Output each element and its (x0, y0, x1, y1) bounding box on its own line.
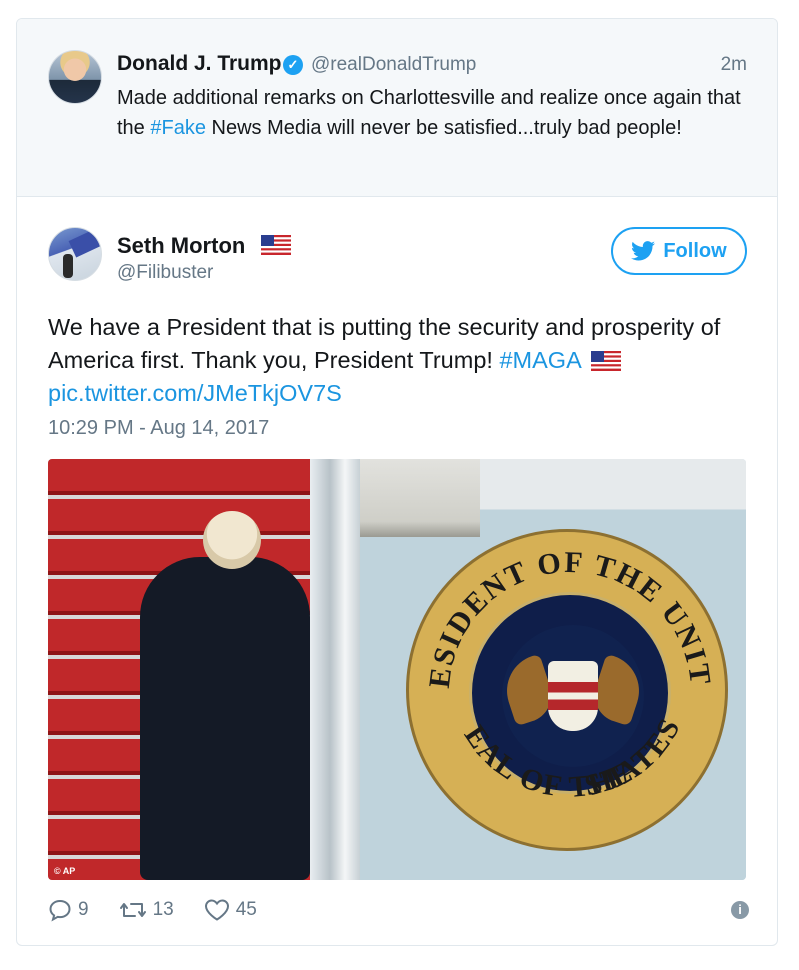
tweet-card: Donald J. Trump ✓ @realDonaldTrump 2m Ma… (16, 18, 778, 946)
avatar[interactable] (48, 50, 102, 104)
retweet-count: 13 (152, 899, 174, 920)
person-figure (140, 557, 310, 880)
parent-author-name[interactable]: Donald J. Trump (117, 52, 282, 76)
reply-count: 9 (78, 899, 89, 920)
us-flag-icon (261, 235, 291, 255)
follow-button[interactable]: Follow (611, 227, 747, 275)
person-head (203, 511, 261, 569)
parent-tweet[interactable]: Donald J. Trump ✓ @realDonaldTrump 2m Ma… (17, 19, 777, 197)
parent-author-handle[interactable]: @realDonaldTrump (311, 54, 476, 76)
tweet-timestamp[interactable]: 10:29 PM - Aug 14, 2017 (48, 417, 269, 440)
svg-text:PRESIDENT OF THE UNITED: PRESIDENT OF THE UNITED (409, 532, 717, 690)
stair-railing (310, 459, 360, 880)
parent-timestamp[interactable]: 2m (721, 54, 747, 76)
media-link[interactable]: pic.twitter.com/JMeTkjOV7S (48, 380, 342, 406)
photo-credit: © AP (54, 866, 76, 876)
like-button[interactable]: 45 (204, 898, 257, 922)
like-count: 45 (235, 899, 257, 920)
follow-label: Follow (663, 239, 727, 262)
seal-lettering: PRESIDENT OF THE UNITED SEAL OF THE STAT… (409, 532, 717, 804)
hashtag-link[interactable]: #Fake (150, 117, 206, 139)
us-flag-icon (590, 351, 621, 371)
tweet-photo[interactable]: PRESIDENT OF THE UNITED SEAL OF THE STAT… (48, 459, 746, 880)
seal-text-right: STATES (582, 712, 686, 802)
retweet-button[interactable]: 13 (119, 898, 174, 922)
svg-text:STATES: STATES (582, 712, 688, 802)
tweet-text: We have a President that is putting the … (48, 311, 758, 410)
presidential-seal: PRESIDENT OF THE UNITED SEAL OF THE STAT… (406, 529, 728, 851)
avatar[interactable] (48, 227, 102, 281)
author-handle[interactable]: @Filibuster (117, 262, 213, 284)
reply-icon (49, 899, 71, 922)
parent-tweet-text: Made additional remarks on Charlottesvil… (117, 83, 747, 143)
plane-door (360, 459, 480, 537)
retweet-icon (119, 903, 146, 917)
parent-text-after: News Media will never be satisfied...tru… (205, 117, 682, 139)
author-name[interactable]: Seth Morton (117, 233, 245, 259)
seal-text-top: PRESIDENT OF THE UNITED (409, 532, 715, 690)
verified-badge-icon: ✓ (283, 55, 303, 75)
info-icon[interactable]: i (731, 901, 749, 919)
action-bar: 9 13 45 (48, 895, 287, 925)
twitter-bird-icon (631, 241, 656, 261)
hashtag-link[interactable]: #MAGA (499, 347, 580, 373)
reply-button[interactable]: 9 (48, 898, 89, 922)
heart-icon (204, 899, 229, 921)
